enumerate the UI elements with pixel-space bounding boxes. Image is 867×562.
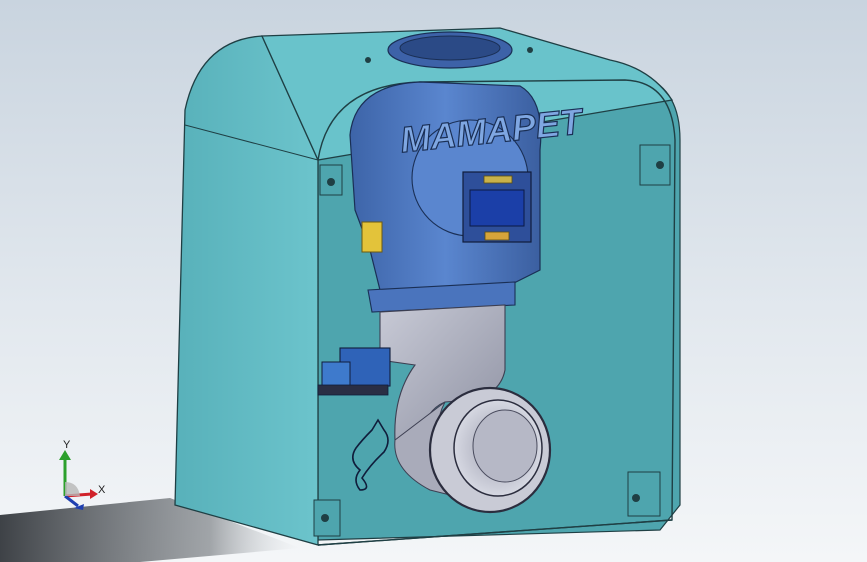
3d-viewport[interactable]: MAMAPET Y X: [0, 0, 867, 562]
screw-hole-top-right: [656, 161, 664, 169]
x-axis-label: X: [98, 484, 106, 496]
terminal-block-base: [317, 384, 389, 396]
screw-hole-top-left: [327, 178, 335, 186]
triad-plane-indicator: [65, 482, 80, 496]
y-axis-label: Y: [63, 439, 71, 451]
top-screw-hole-right: [527, 47, 533, 53]
cad-model-scene[interactable]: MAMAPET: [0, 0, 867, 562]
z-axis-line: [64, 494, 79, 508]
pipe-outlet-bore: [472, 409, 538, 483]
pump-yellow-collar: [361, 221, 383, 253]
x-axis-arrow: [90, 489, 98, 499]
oled-connector: [484, 231, 510, 241]
top-inlet-inner: [399, 35, 501, 61]
mounting-boss-bottom-right: [627, 471, 661, 517]
screw-hole-bottom-right: [632, 494, 640, 502]
y-axis-arrow: [59, 450, 71, 460]
screw-hole-bottom-left: [321, 514, 329, 522]
mounting-boss-top-right: [639, 144, 671, 186]
top-screw-hole-left: [365, 57, 371, 63]
terminal-block-screws: [321, 361, 351, 389]
oled-display-screen: [469, 189, 525, 227]
oled-header-pins: [483, 175, 513, 184]
coordinate-triad: Y X: [59, 439, 106, 510]
